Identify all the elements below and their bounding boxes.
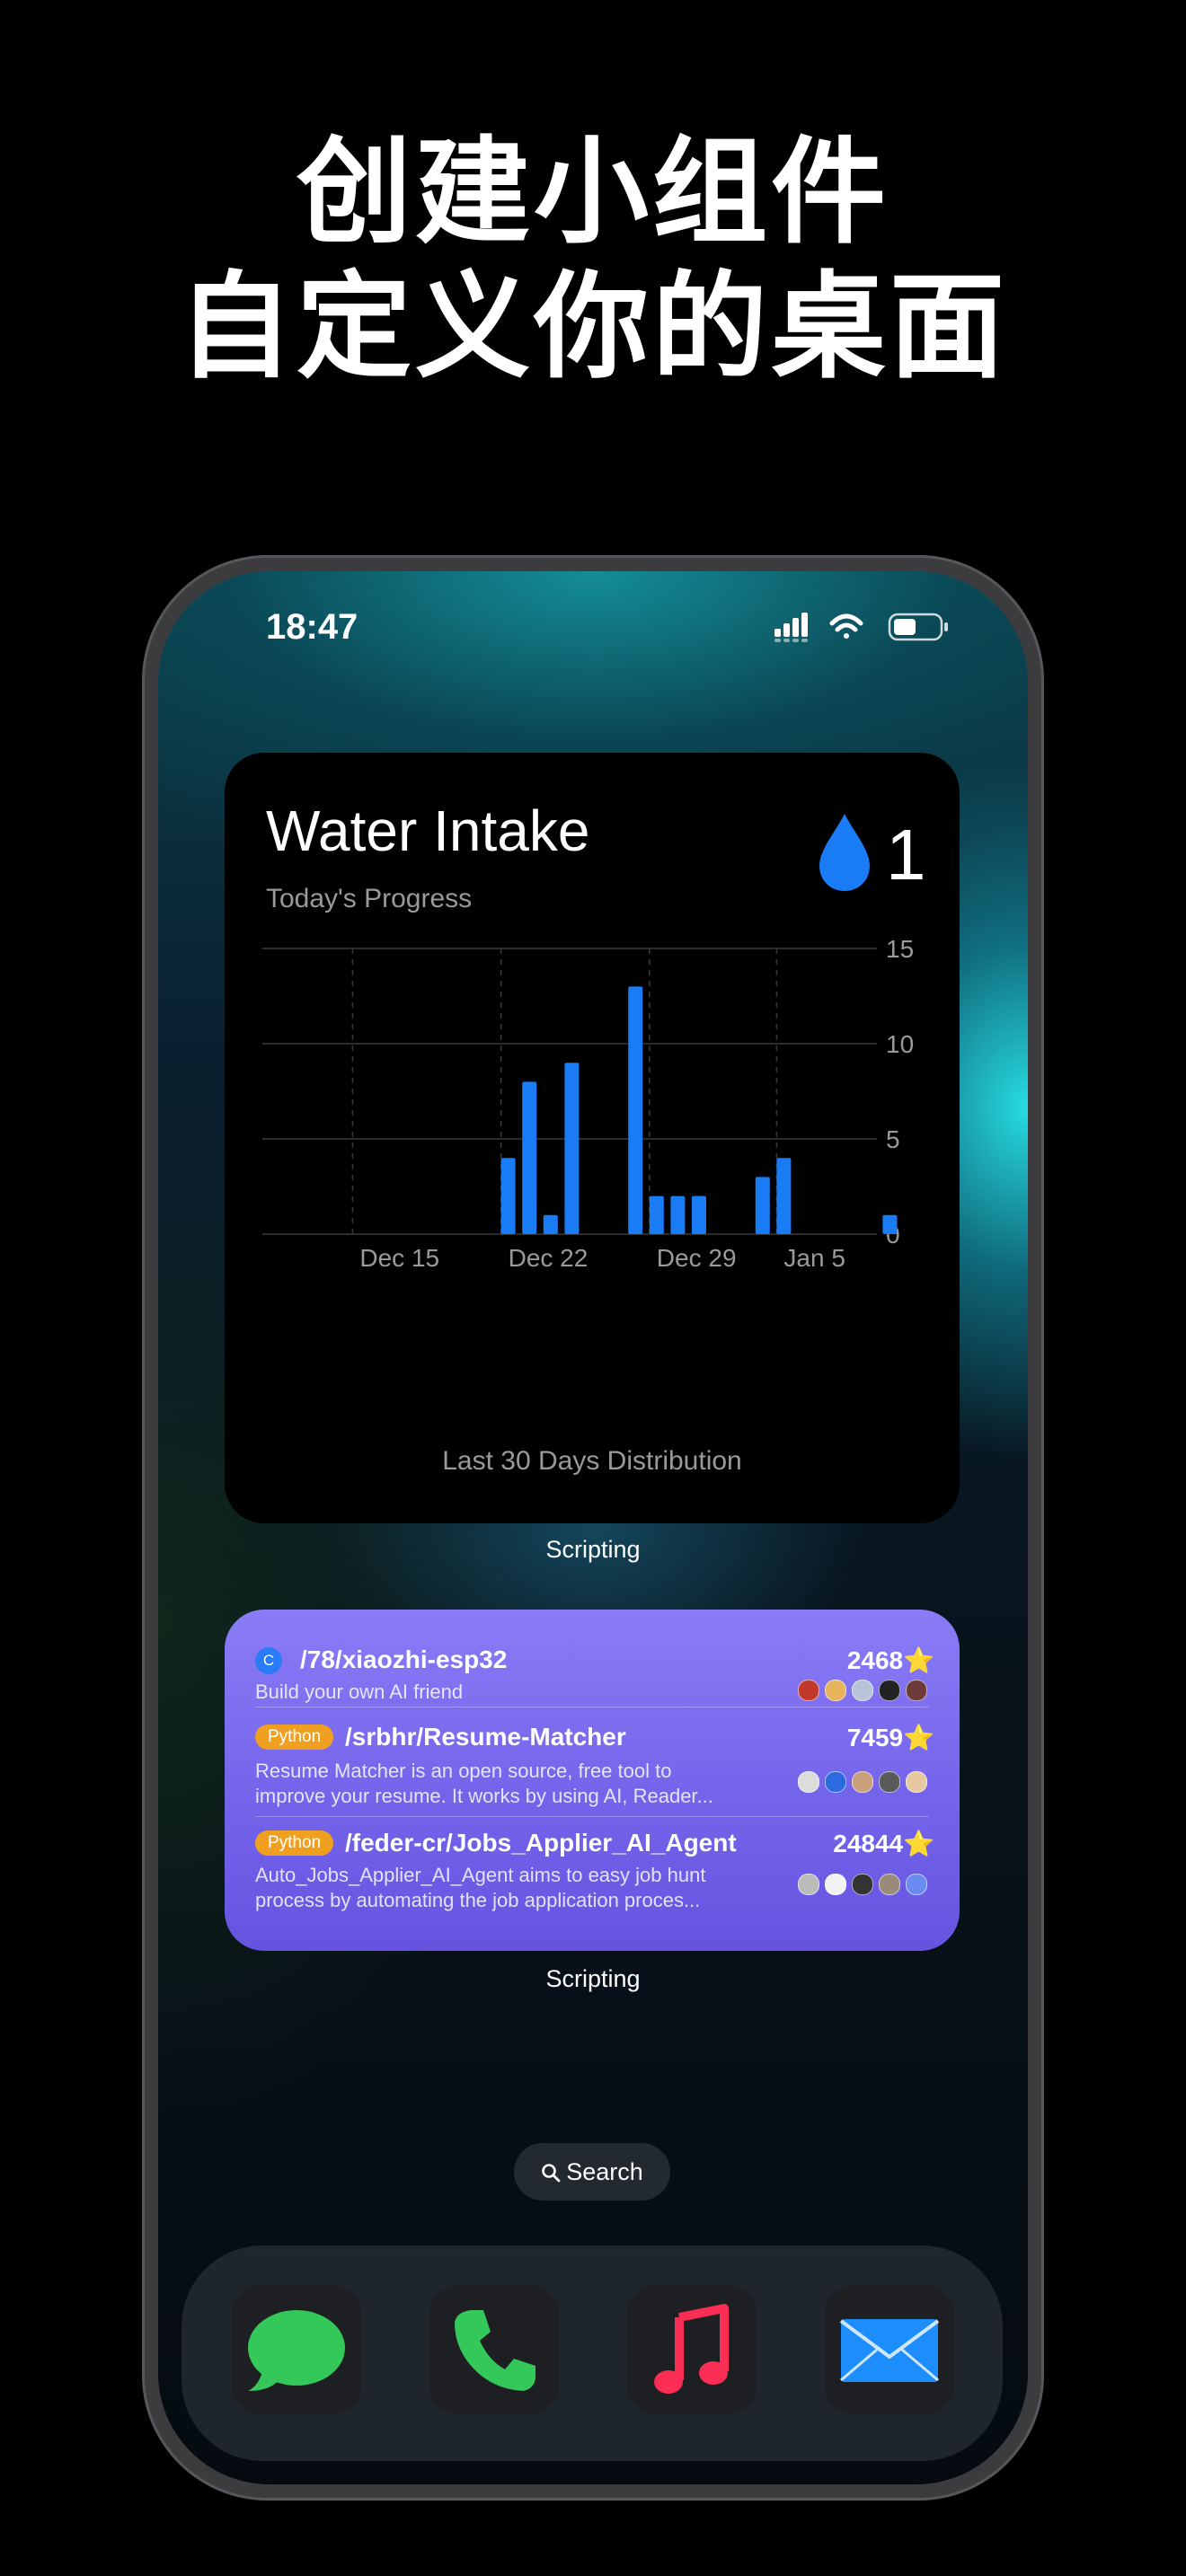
avatar (852, 1680, 873, 1701)
x-tick-label: Jan 5 (783, 1244, 845, 1272)
avatar (906, 1771, 927, 1793)
chart-bar (628, 986, 643, 1234)
search-button[interactable]: Search (514, 2143, 670, 2201)
headline: 创建小组件 自定义你的桌面 (0, 126, 1186, 395)
wifi-icon (829, 613, 863, 639)
repo-name: /78/xiaozhi-esp32 (300, 1645, 508, 1673)
home-screen: 18:47 Water Intake Today's Progress 1 0 … (158, 571, 1028, 2484)
repo-description-line-2: process by automating the job applicatio… (255, 1889, 701, 1911)
repo-description-line-1: Resume Matcher is an open source, free t… (255, 1760, 672, 1782)
avatar (879, 1771, 900, 1793)
star-icon: ⭐ (903, 1646, 934, 1674)
repo-row[interactable]: C /78/xiaozhi-esp32 Build your own AI fr… (255, 1642, 934, 1703)
water-widget-app-label: Scripting (545, 1536, 641, 1563)
chart-bar (522, 1081, 537, 1234)
cellular-signal-icon (774, 613, 808, 642)
chart-bar (692, 1195, 706, 1234)
mail-icon (839, 2319, 940, 2382)
repo-name: /srbhr/Resume-Matcher (345, 1723, 626, 1751)
avatar (825, 1771, 846, 1793)
star-icon: ⭐ (903, 1724, 934, 1751)
contributor-avatars (798, 1680, 933, 1701)
repo-description: Build your own AI friend (255, 1681, 464, 1703)
repo-stars: 24844⭐ (833, 1830, 934, 1857)
avatar (852, 1771, 873, 1793)
chart-bar (564, 1063, 580, 1234)
dock (181, 2245, 1003, 2461)
messages-icon (248, 2310, 345, 2391)
repo-description-line-1: Auto_Jobs_Applier_AI_Agent aims to easy … (255, 1864, 706, 1886)
search-label: Search (566, 2158, 643, 2185)
contributor-avatars (798, 1874, 933, 1895)
repo-stars: 2468⭐ (846, 1646, 934, 1674)
language-badge: Python (255, 1831, 334, 1856)
repo-row[interactable]: Python /srbhr/Resume-Matcher Resume Matc… (255, 1721, 934, 1811)
chart-bar (755, 1177, 770, 1234)
avatar (798, 1680, 819, 1701)
dock-app-messages[interactable] (232, 2285, 361, 2414)
row-divider (255, 1816, 929, 1817)
contributor-avatars (798, 1771, 933, 1793)
music-icon (654, 2304, 729, 2394)
status-icons (774, 613, 948, 642)
star-icon: ⭐ (903, 1830, 934, 1857)
phone-icon (455, 2310, 535, 2391)
language-badge: Python (255, 1725, 334, 1750)
chart-bar (649, 1195, 664, 1234)
avatar (825, 1680, 846, 1701)
headline-line-2: 自定义你的桌面 (177, 260, 1008, 394)
chart-bar (670, 1195, 686, 1234)
dock-app-mail[interactable] (825, 2285, 954, 2414)
headline-line-1: 创建小组件 (296, 126, 890, 260)
repo-name: /feder-cr/Jobs_Applier_AI_Agent (345, 1829, 737, 1857)
chart-bar (882, 1214, 898, 1234)
status-time: 18:47 (266, 607, 358, 647)
dock-app-phone[interactable] (429, 2285, 559, 2414)
avatar (879, 1680, 900, 1701)
avatar (906, 1680, 927, 1701)
chart-bar (776, 1158, 792, 1234)
search-icon (542, 2164, 561, 2183)
y-tick-label: 15 (886, 935, 914, 963)
y-tick-label: 10 (886, 1030, 914, 1058)
y-tick-label: 5 (886, 1125, 900, 1153)
avatar (798, 1771, 819, 1793)
avatar (906, 1874, 927, 1895)
x-tick-label: Dec 15 (359, 1244, 439, 1272)
language-badge: C (255, 1647, 282, 1674)
water-bar-chart: 051015Dec 15 Dec 22 Dec 29 Jan 5 (262, 935, 914, 1272)
chart-caption: Last 30 Days Distribution (442, 1446, 742, 1476)
github-widget-app-label: Scripting (545, 1965, 641, 1992)
chart-bar (543, 1214, 558, 1234)
avatar (852, 1874, 873, 1895)
github-trending-widget[interactable]: C /78/xiaozhi-esp32 Build your own AI fr… (225, 1610, 960, 1951)
avatar (798, 1874, 819, 1895)
avatar (879, 1874, 900, 1895)
battery-icon (888, 613, 948, 641)
chart-bar (500, 1158, 516, 1234)
dock-app-music[interactable] (627, 2285, 757, 2414)
avatar (825, 1874, 846, 1895)
repo-row[interactable]: Python /feder-cr/Jobs_Applier_AI_Agent A… (255, 1827, 934, 1917)
x-tick-label: Dec 22 (509, 1244, 589, 1272)
repo-stars: 7459⭐ (846, 1724, 934, 1751)
repo-description-line-2: improve your resume. It works by using A… (255, 1785, 713, 1807)
water-intake-widget[interactable]: Water Intake Today's Progress 1 0 5 10 15 De… (225, 753, 960, 1523)
phone-frame: 18:47 Water Intake Today's Progress 1 0 … (142, 555, 1044, 2501)
x-tick-label: Dec 29 (657, 1244, 737, 1272)
